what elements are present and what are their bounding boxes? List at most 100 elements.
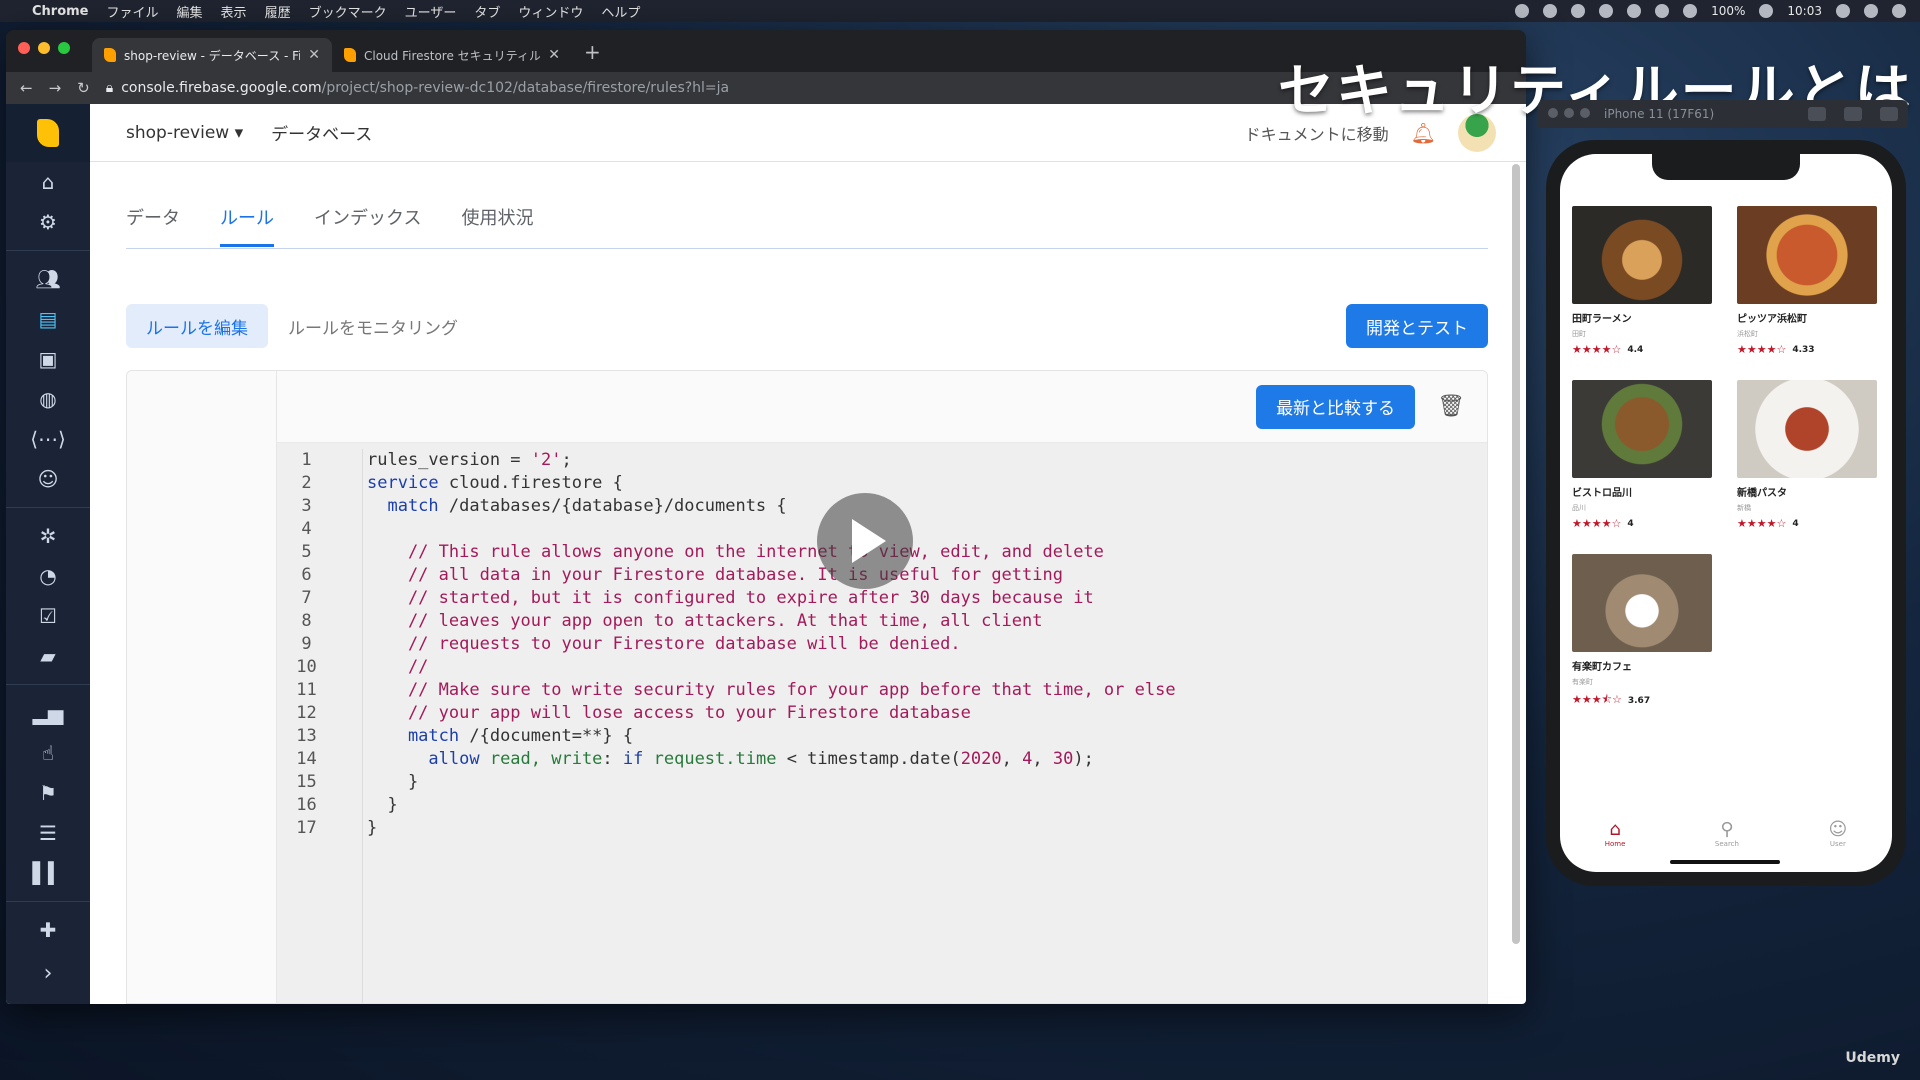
browser-tab[interactable]: Cloud Firestore セキュリティル ✕ <box>332 38 572 72</box>
reload-icon[interactable]: ↻ <box>77 79 90 97</box>
wifi-icon[interactable] <box>1655 4 1670 18</box>
code-line: // requests to your Firestore database w… <box>367 634 961 654</box>
menubar-status: 100% 10:03 <box>1515 4 1906 18</box>
storage-icon[interactable]: ▣ <box>6 339 90 379</box>
firebase-console: ⌂ ⚙ 👥︎ ▤ ▣ ◍ ⟨⋯⟩ ☺ ✲ ◔ ☑ ▰ ▂▅ ☝ ⚑ ☰ ▌▍ ✚… <box>6 104 1526 1004</box>
star-rating-icon: ★★★★☆ <box>1737 517 1787 530</box>
tab-data[interactable]: データ <box>126 204 180 247</box>
project-selector[interactable]: shop-review ▾ <box>126 123 243 143</box>
menu-item[interactable]: 履歴 <box>265 2 291 21</box>
menu-item[interactable]: ウィンドウ <box>518 2 583 21</box>
shop-card[interactable]: ビストロ品川 品川 ★★★★☆ 4 <box>1572 380 1712 540</box>
menu-item[interactable]: 表示 <box>221 2 247 21</box>
firebase-logo[interactable] <box>6 104 90 162</box>
accessibility-icon[interactable] <box>1599 4 1614 18</box>
star-rating-icon: ★★★⯪☆ <box>1572 693 1622 706</box>
udemy-watermark: Udemy <box>1845 1050 1900 1066</box>
shop-area: 田町 <box>1572 330 1586 338</box>
new-tab-button[interactable]: + <box>572 40 613 72</box>
history-pane <box>127 371 277 1003</box>
expand-rail-icon[interactable]: › <box>6 961 90 986</box>
cloud-icon[interactable] <box>1543 4 1558 18</box>
test-lab-icon[interactable]: ☑ <box>6 596 90 636</box>
zoom-window-button[interactable] <box>58 42 70 54</box>
extensions-icon[interactable]: ✚ <box>6 910 90 950</box>
rotate-icon[interactable] <box>1880 107 1898 121</box>
shop-card[interactable]: 田町ラーメン 田町 ★★★★☆ 4.4 <box>1572 206 1712 366</box>
record-icon[interactable] <box>1515 4 1530 18</box>
crashlytics-icon[interactable]: ✲ <box>6 516 90 556</box>
close-tab-icon[interactable]: ✕ <box>308 47 320 63</box>
siri-icon[interactable] <box>1864 4 1878 18</box>
url-host: console.firebase.google.com <box>121 80 322 96</box>
home-indicator <box>1670 860 1780 864</box>
shop-grid: 田町ラーメン 田町 ★★★★☆ 4.4 ピッツア浜松町 浜松町 ★★★★☆ 4.33… <box>1572 206 1880 714</box>
nav-search[interactable]: ⚲ Search <box>1715 819 1739 848</box>
monitor-rules-button[interactable]: ルールをモニタリング <box>268 304 478 348</box>
shop-rating: ★★★⯪☆ 3.67 <box>1572 691 1712 710</box>
menu-app-name[interactable]: Chrome <box>32 4 89 19</box>
dev-test-button[interactable]: 開発とテスト <box>1346 304 1488 348</box>
browser-tab-active[interactable]: shop-review - データベース - Fi ✕ <box>92 38 332 72</box>
user-icon: ☺ <box>1828 819 1848 840</box>
docker-icon[interactable] <box>1571 4 1586 18</box>
shop-card[interactable]: 新橋パスタ 新橋 ★★★★☆ 4 <box>1737 380 1877 540</box>
compare-latest-button[interactable]: 最新と比較する <box>1256 384 1416 429</box>
menu-item[interactable]: ファイル <box>107 2 159 21</box>
simulator-window-controls[interactable] <box>1548 107 1596 121</box>
menu-item[interactable]: タブ <box>474 2 500 21</box>
predictions-icon[interactable]: ☝ <box>6 733 90 773</box>
notch <box>1652 154 1800 180</box>
nav-home[interactable]: ⌂ Home <box>1605 819 1626 848</box>
code-line: } <box>367 818 378 838</box>
nav-user[interactable]: ☺ User <box>1828 819 1847 848</box>
code-line: allow read, write: if request.time < tim… <box>367 749 1094 769</box>
extensions-bar-icon[interactable]: ▌▍ <box>6 853 90 893</box>
minimize-window-button[interactable] <box>38 42 50 54</box>
clock[interactable]: 10:03 <box>1787 4 1822 18</box>
line-number: 4 <box>301 519 312 539</box>
hosting-icon[interactable]: ◍ <box>6 379 90 419</box>
gear-icon[interactable]: ⚙ <box>6 202 90 242</box>
code-area[interactable]: 1 2 3 4 5 6 7 8 9 10 11 12 13 14 15 16 1 <box>277 443 1487 1003</box>
menu-item[interactable]: ユーザー <box>405 2 457 21</box>
tab-usage[interactable]: 使用状況 <box>461 204 533 247</box>
audiences-icon[interactable]: ☰ <box>6 813 90 853</box>
database-icon[interactable]: ▤ <box>6 299 90 339</box>
menu-item[interactable]: ヘルプ <box>601 2 640 21</box>
line-number: 10 <box>296 657 317 677</box>
search-icon[interactable] <box>1836 4 1850 18</box>
back-icon[interactable]: ← <box>20 79 33 97</box>
close-tab-icon[interactable]: ✕ <box>548 47 560 63</box>
lock-icon[interactable]: 🔒︎ <box>106 80 113 96</box>
battery-icon[interactable] <box>1759 4 1774 18</box>
page-scrollbar[interactable] <box>1512 164 1520 944</box>
home-icon[interactable]: ⌂ <box>6 162 90 202</box>
shop-area: 品川 <box>1572 504 1586 512</box>
home-button-icon[interactable] <box>1844 107 1862 121</box>
forward-icon[interactable]: → <box>49 79 62 97</box>
time-machine-icon[interactable] <box>1627 4 1642 18</box>
ab-testing-icon[interactable]: ⚑ <box>6 773 90 813</box>
functions-icon[interactable]: ⟨⋯⟩ <box>6 419 90 459</box>
volume-icon[interactable] <box>1683 4 1698 18</box>
code-line: // This rule allows anyone on the intern… <box>367 542 1104 562</box>
ml-kit-icon[interactable]: ☺ <box>6 459 90 499</box>
menu-item[interactable]: 編集 <box>177 2 203 21</box>
delete-icon[interactable]: 🗑︎ <box>1437 394 1465 419</box>
edit-rules-button[interactable]: ルールを編集 <box>126 304 268 348</box>
tab-indexes[interactable]: インデックス <box>314 204 421 247</box>
shop-card[interactable]: ピッツア浜松町 浜松町 ★★★★☆ 4.33 <box>1737 206 1877 366</box>
analytics-icon[interactable]: ▂▅ <box>6 693 90 733</box>
authentication-icon[interactable]: 👥︎ <box>6 259 90 299</box>
menu-item[interactable]: ブックマーク <box>309 2 387 21</box>
nav-label: Search <box>1714 840 1739 848</box>
shop-card[interactable]: 有楽町カフェ 有楽町 ★★★⯪☆ 3.67 <box>1572 554 1712 714</box>
screenshot-icon[interactable] <box>1808 107 1826 121</box>
app-distribution-icon[interactable]: ▰ <box>6 636 90 676</box>
video-play-button[interactable] <box>817 493 913 589</box>
list-icon[interactable] <box>1892 4 1906 18</box>
tab-rules[interactable]: ルール <box>220 204 274 247</box>
performance-icon[interactable]: ◔ <box>6 556 90 596</box>
close-window-button[interactable] <box>18 42 30 54</box>
